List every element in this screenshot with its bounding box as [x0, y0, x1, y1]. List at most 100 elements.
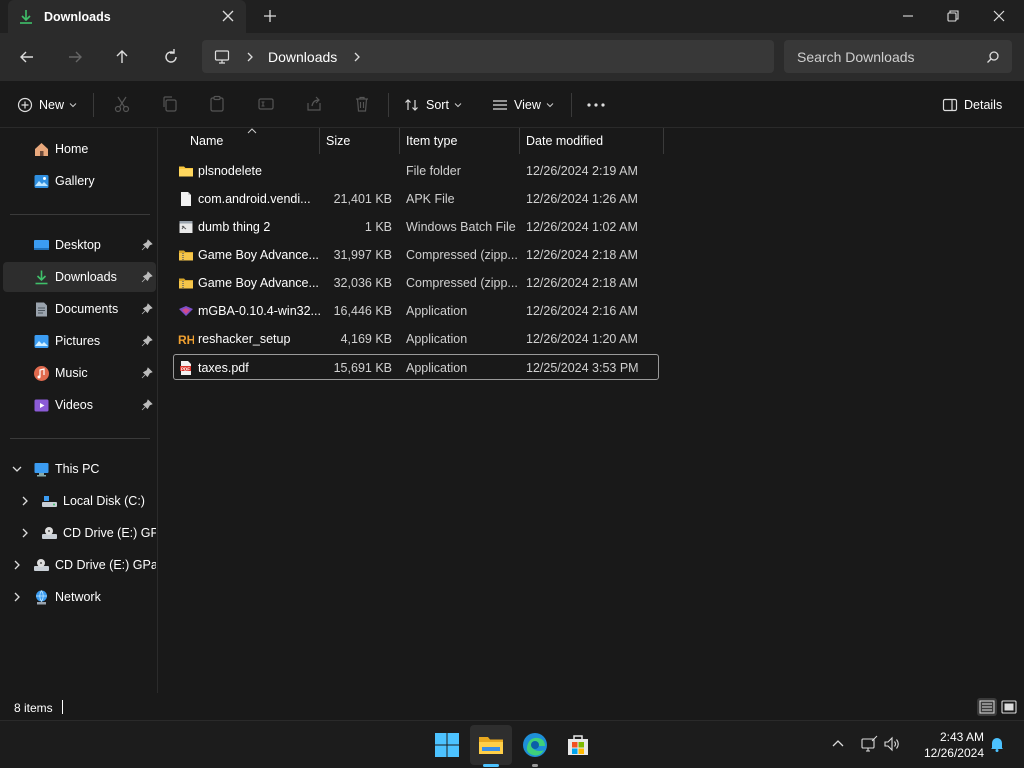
column-divider[interactable] — [399, 128, 400, 154]
sidebar-item-cd-drive[interactable]: CD Drive (E:) GParted-live — [3, 518, 156, 548]
minimize-icon[interactable] — [899, 7, 917, 25]
more-options-icon[interactable] — [586, 100, 606, 110]
forward-icon[interactable] — [65, 47, 85, 67]
volume-icon[interactable] — [883, 735, 901, 753]
file-row[interactable]: Game Boy Advance... 32,036 KB Compressed… — [174, 270, 660, 296]
sidebar-item-network[interactable]: Network — [3, 582, 156, 612]
notification-bell-icon[interactable] — [988, 735, 1006, 753]
file-row-focused[interactable]: PDF taxes.pdf 15,691 KB Application 12/2… — [173, 354, 659, 380]
file-row[interactable]: RH reshacker_setup 4,169 KB Application … — [174, 326, 660, 352]
cd-drive-icon — [42, 526, 57, 539]
chevron-down-icon — [454, 103, 462, 108]
view-button[interactable]: View — [492, 95, 554, 115]
column-header-type[interactable]: Item type — [406, 128, 457, 154]
command-bar: New Sort View Details — [0, 81, 1024, 128]
download-icon — [35, 270, 48, 284]
file-size: 4,169 KB — [340, 332, 392, 346]
sort-button[interactable]: Sort — [404, 95, 462, 115]
rename-icon[interactable] — [257, 95, 275, 113]
sidebar-item-pictures[interactable]: Pictures — [3, 326, 156, 356]
sidebar-item-downloads[interactable]: Downloads — [3, 262, 156, 292]
tab-downloads[interactable]: Downloads — [8, 0, 246, 33]
cut-icon[interactable] — [113, 95, 131, 113]
pc-icon — [34, 462, 49, 476]
address-bar[interactable]: Downloads — [202, 40, 774, 73]
chevron-right-icon[interactable] — [351, 51, 363, 63]
tiles-view-icon[interactable] — [999, 698, 1019, 716]
breadcrumb-current[interactable]: Downloads — [268, 49, 337, 65]
chevron-down-icon[interactable] — [12, 464, 22, 474]
new-tab-icon[interactable] — [262, 8, 278, 24]
column-header-size[interactable]: Size — [326, 128, 350, 154]
back-icon[interactable] — [17, 47, 37, 67]
sidebar-item-label: Local Disk (C:) — [63, 494, 145, 508]
column-divider[interactable] — [519, 128, 520, 154]
system-clock[interactable]: 2:43 AM 12/26/2024 — [914, 729, 984, 761]
view-list-icon — [493, 100, 507, 110]
sidebar-item-documents[interactable]: Documents — [3, 294, 156, 324]
file-name: com.android.vendi... — [198, 192, 311, 206]
svg-text:PDF: PDF — [181, 366, 190, 371]
search-input[interactable]: Search Downloads — [797, 49, 986, 65]
column-header-date[interactable]: Date modified — [526, 128, 603, 154]
sidebar-item-desktop[interactable]: Desktop — [3, 230, 156, 260]
home-icon — [35, 142, 48, 156]
folder-icon — [179, 166, 193, 177]
pictures-icon — [34, 334, 49, 348]
sidebar-item-videos[interactable]: Videos — [3, 390, 156, 420]
navigation-pane: Home Gallery Desktop Downloads Documents… — [0, 128, 158, 693]
close-icon[interactable] — [990, 7, 1008, 25]
copy-icon[interactable] — [161, 95, 179, 113]
store-icon[interactable] — [564, 731, 592, 759]
share-icon[interactable] — [305, 95, 323, 113]
chevron-right-icon[interactable] — [244, 51, 256, 63]
file-date: 12/26/2024 2:16 AM — [526, 304, 638, 318]
sort-ascending-icon — [247, 128, 257, 134]
file-row[interactable]: plsnodelete File folder 12/26/2024 2:19 … — [174, 158, 660, 184]
up-icon[interactable] — [112, 47, 132, 67]
edge-icon[interactable] — [521, 731, 549, 759]
file-row[interactable]: dumb thing 2 1 KB Windows Batch File 12/… — [174, 214, 660, 240]
sidebar-item-this-pc[interactable]: This PC — [3, 454, 156, 484]
sidebar-item-music[interactable]: Music — [3, 358, 156, 388]
refresh-icon[interactable] — [161, 47, 181, 67]
file-name: plsnodelete — [198, 164, 262, 178]
file-row[interactable]: com.android.vendi... 21,401 KB APK File … — [174, 186, 660, 212]
column-header-name[interactable]: Name — [190, 128, 223, 154]
sidebar-item-local-disk[interactable]: Local Disk (C:) — [3, 486, 156, 516]
chevron-right-icon[interactable] — [20, 496, 30, 506]
paste-icon[interactable] — [208, 95, 226, 113]
file-date: 12/26/2024 1:02 AM — [526, 220, 638, 234]
chevron-right-icon[interactable] — [12, 592, 22, 602]
delete-icon[interactable] — [353, 95, 371, 113]
sidebar-item-cd-drive[interactable]: CD Drive (E:) GParted-live — [3, 550, 156, 580]
title-bar: Downloads — [0, 0, 1024, 33]
details-view-icon[interactable] — [977, 698, 997, 716]
network-status-icon[interactable] — [860, 735, 878, 753]
file-name: reshacker_setup — [198, 332, 291, 346]
restore-icon[interactable] — [944, 7, 962, 25]
divider — [10, 214, 150, 215]
file-row[interactable]: Game Boy Advance... 31,997 KB Compressed… — [174, 242, 660, 268]
column-divider[interactable] — [319, 128, 320, 154]
pin-icon — [141, 335, 153, 347]
chevron-up-icon[interactable] — [829, 735, 847, 753]
new-button[interactable]: New — [17, 95, 77, 115]
sidebar-item-home[interactable]: Home — [3, 134, 156, 164]
search-box[interactable]: Search Downloads — [784, 40, 1012, 73]
divider — [10, 438, 150, 439]
details-button[interactable]: Details — [942, 95, 1002, 115]
windows-start-icon[interactable] — [433, 731, 461, 759]
sidebar-item-gallery[interactable]: Gallery — [3, 166, 156, 196]
file-explorer-icon[interactable] — [477, 731, 505, 759]
divider — [388, 93, 389, 117]
this-pc-icon[interactable] — [214, 49, 230, 65]
sidebar-item-label: Home — [55, 142, 89, 156]
chevron-right-icon[interactable] — [20, 528, 30, 538]
chevron-right-icon[interactable] — [12, 560, 22, 570]
mgba-app-icon — [179, 306, 193, 316]
column-divider[interactable] — [663, 128, 664, 154]
file-row[interactable]: mGBA-0.10.4-win32... 16,446 KB Applicati… — [174, 298, 660, 324]
search-icon[interactable] — [986, 50, 1000, 64]
close-tab-icon[interactable] — [220, 8, 236, 24]
